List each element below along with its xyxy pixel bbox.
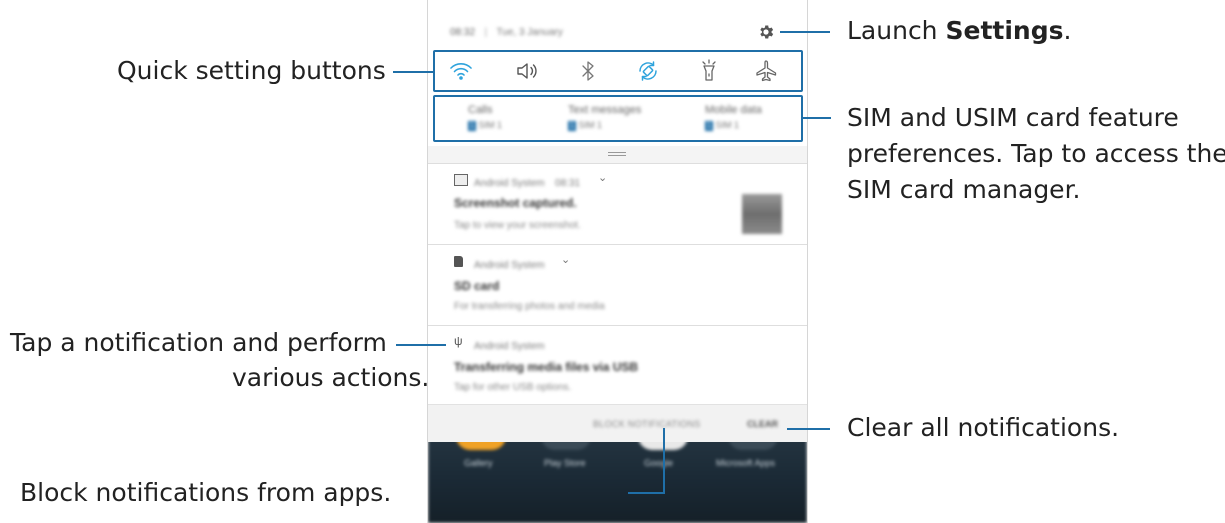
status-time: 08:32	[450, 27, 476, 38]
quick-settings-highlight	[433, 50, 803, 92]
expand-chevron-icon[interactable]: ⌄	[561, 253, 570, 266]
sim-settings-highlight	[433, 95, 803, 142]
block-callout: Block notifications from apps.	[20, 478, 392, 507]
expand-chevron-icon[interactable]: ⌄	[598, 171, 607, 184]
status-time-date: 08:32 | Tue, 3 January	[450, 27, 563, 38]
notification-item[interactable]: ψ Android System Transferring media file…	[428, 326, 807, 404]
quick-settings-callout: Quick setting buttons	[117, 56, 386, 85]
sim-callout-line1: SIM and USIM card feature	[847, 103, 1179, 132]
notification-callout-line1: Tap a notification and perform	[10, 328, 387, 357]
notification-callout-line2: various actions.	[232, 363, 430, 392]
settings-gear-icon[interactable]	[757, 23, 775, 41]
clear-button[interactable]: CLEAR	[747, 419, 778, 429]
settings-callout-line	[780, 31, 830, 33]
block-callout-vline	[663, 428, 665, 494]
sd-card-icon	[454, 256, 463, 267]
notification-item[interactable]: Android System 08:31 ⌄ Screenshot captur…	[428, 164, 807, 244]
settings-callout: Launch Settings.	[847, 16, 1072, 45]
sim-callout-line3: SIM card manager.	[847, 175, 1081, 204]
notification-callout-line	[396, 344, 446, 346]
usb-icon: ψ	[454, 334, 463, 348]
status-date: Tue, 3 January	[496, 27, 563, 38]
block-notifications-button[interactable]: BLOCK NOTIFICATIONS	[593, 419, 701, 429]
clear-callout-line	[787, 428, 830, 430]
sim-callout-line2: preferences. Tap to access the	[847, 139, 1225, 168]
clear-callout: Clear all notifications.	[847, 413, 1120, 442]
sim-callout-line	[801, 117, 831, 119]
screenshot-thumbnail	[742, 194, 782, 234]
block-callout-line	[628, 492, 665, 494]
image-icon	[454, 174, 468, 186]
panel-drag-area[interactable]	[428, 146, 807, 163]
quick-settings-callout-line	[393, 71, 433, 73]
notification-item[interactable]: Android System ⌄ SD card For transferrin…	[428, 245, 807, 325]
notification-panel-footer: BLOCK NOTIFICATIONS CLEAR	[428, 404, 807, 442]
